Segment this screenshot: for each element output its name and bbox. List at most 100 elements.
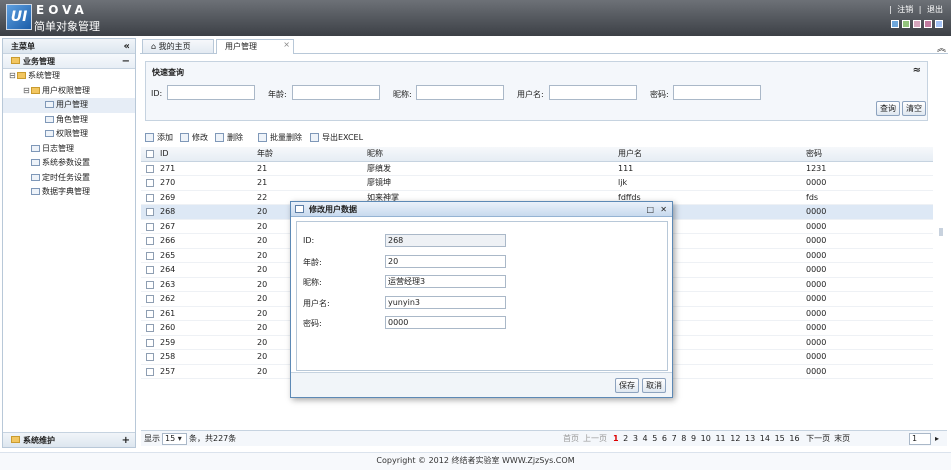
collapse-sidebar-icon[interactable]: «	[124, 39, 130, 54]
theme-swatch[interactable]	[924, 20, 932, 28]
table-row[interactable]: 271 21 廖缜发 111 1231	[141, 162, 933, 176]
theme-swatch[interactable]	[935, 20, 943, 28]
row-checkbox[interactable]	[146, 324, 154, 332]
export-excel-button[interactable]: 导出EXCEL	[310, 132, 363, 143]
save-button[interactable]: 保存	[615, 378, 639, 393]
theme-swatch[interactable]	[891, 20, 899, 28]
page-link[interactable]: 5	[652, 434, 657, 443]
sidebar-item[interactable]: 用户管理	[3, 98, 135, 113]
close-tab-icon[interactable]: ×	[283, 38, 290, 51]
first-page-link[interactable]: 首页	[563, 434, 579, 443]
sidebar-item[interactable]: ⊟ 用户权限管理	[3, 84, 135, 99]
sidebar-item[interactable]: 权限管理	[3, 127, 135, 142]
edit-button[interactable]: 修改	[180, 132, 208, 143]
page-size-select[interactable]: 15 ▾	[162, 433, 187, 445]
page-link[interactable]: 4	[643, 434, 648, 443]
page-link[interactable]: 15	[775, 434, 785, 443]
row-checkbox[interactable]	[146, 295, 154, 303]
page-link[interactable]: 3	[633, 434, 638, 443]
page-link[interactable]: 8	[681, 434, 686, 443]
table-cell: 20	[257, 221, 268, 231]
collapse-section-icon[interactable]: −	[122, 54, 130, 69]
row-checkbox[interactable]	[146, 237, 154, 245]
page-link[interactable]: 11	[715, 434, 725, 443]
section-business[interactable]: 业务管理 −	[3, 54, 135, 69]
last-page-link[interactable]: 末页	[834, 434, 850, 443]
sidebar-item[interactable]: ⊟ 系统管理	[3, 69, 135, 84]
page-link[interactable]: 1	[613, 434, 619, 443]
row-checkbox[interactable]	[146, 222, 154, 231]
sidebar-item[interactable]: 数据字典管理	[3, 185, 135, 200]
dialog-field-input[interactable]: 20	[385, 254, 506, 268]
delete-button[interactable]: 删除	[215, 132, 243, 143]
row-checkbox[interactable]	[146, 193, 154, 202]
page-link[interactable]: 13	[745, 434, 755, 443]
page-link[interactable]: 9	[691, 434, 696, 443]
row-checkbox[interactable]	[146, 266, 154, 274]
sidebar-item[interactable]: 系统参数设置	[3, 156, 135, 171]
page-link[interactable]: 14	[760, 434, 770, 443]
maximize-icon[interactable]: □	[646, 202, 654, 217]
tree-toggle-icon[interactable]: ⊟	[9, 69, 17, 84]
row-checkbox[interactable]	[146, 251, 154, 260]
row-checkbox[interactable]	[146, 164, 154, 173]
sidebar-item[interactable]: 定时任务设置	[3, 171, 135, 186]
column-header[interactable]: 密码	[806, 147, 822, 162]
page-link[interactable]: 10	[701, 434, 711, 443]
row-checkbox[interactable]	[146, 280, 154, 289]
row-checkbox[interactable]	[146, 309, 154, 318]
column-header[interactable]: ID	[160, 147, 169, 162]
close-icon[interactable]: ✕	[660, 202, 667, 217]
table-cell: 268	[160, 207, 176, 216]
collapse-search-icon[interactable]: ≈	[913, 65, 921, 76]
column-header[interactable]: 昵称	[367, 147, 383, 162]
dialog-field-input[interactable]: 0000	[385, 316, 506, 329]
goto-page-input[interactable]: 1	[909, 433, 931, 445]
tab-home[interactable]: ⌂ 我的主页	[142, 39, 214, 53]
id-search-input[interactable]	[167, 85, 255, 100]
select-all-checkbox[interactable]	[146, 150, 154, 158]
password-search-input[interactable]	[673, 85, 761, 100]
cancel-button[interactable]: 取消	[642, 378, 666, 393]
go-page-icon[interactable]: ▸	[935, 431, 939, 447]
row-checkbox[interactable]	[146, 367, 154, 376]
sidebar-item[interactable]: 日志管理	[3, 142, 135, 157]
scrollbar-thumb[interactable]	[939, 228, 943, 236]
prev-page-link[interactable]: 上一页	[583, 434, 607, 443]
dialog-field-input[interactable]: 268	[385, 234, 506, 247]
row-checkbox[interactable]	[146, 353, 154, 361]
page-link[interactable]: 16	[789, 434, 799, 443]
next-page-link[interactable]: 下一页	[806, 434, 830, 443]
dialog-field-input[interactable]: yunyin3	[385, 295, 506, 309]
section-maintenance[interactable]: 系统维护 +	[3, 432, 135, 447]
table-row[interactable]: 270 21 廖镜坤 ljk 0000	[141, 176, 933, 191]
tab-user-management[interactable]: 用户管理 ×	[216, 39, 294, 54]
row-checkbox[interactable]	[146, 179, 154, 187]
age-search-input[interactable]	[292, 85, 380, 100]
scroll-up-icon[interactable]: ︽	[937, 41, 946, 54]
expand-section-icon[interactable]: +	[122, 433, 130, 448]
dialog-field-input[interactable]: 运营经理3	[385, 275, 506, 288]
clear-button[interactable]: 清空	[902, 101, 926, 116]
page-link[interactable]: 2	[623, 434, 628, 443]
tree-toggle-icon[interactable]: ⊟	[23, 84, 31, 99]
username-search-input[interactable]	[549, 85, 637, 100]
exit-link[interactable]: 退出	[927, 5, 943, 14]
batch-delete-button[interactable]: 批量删除	[258, 132, 302, 143]
column-header[interactable]: 年龄	[257, 147, 273, 162]
theme-swatch[interactable]	[913, 20, 921, 28]
page-size-value: 15	[165, 434, 176, 443]
page-link[interactable]: 7	[672, 434, 677, 443]
page-link[interactable]: 6	[662, 434, 667, 443]
nickname-search-input[interactable]	[416, 85, 504, 100]
sidebar-item[interactable]: 角色管理	[3, 113, 135, 128]
table-cell: 0000	[806, 265, 827, 274]
search-button[interactable]: 查询	[876, 101, 900, 116]
column-header[interactable]: 用户名	[618, 147, 642, 162]
page-link[interactable]: 12	[730, 434, 740, 443]
theme-swatch[interactable]	[902, 20, 910, 28]
row-checkbox[interactable]	[146, 338, 154, 347]
add-button[interactable]: 添加	[145, 132, 173, 143]
logout-link[interactable]: 注销	[897, 5, 913, 14]
row-checkbox[interactable]	[146, 208, 154, 216]
